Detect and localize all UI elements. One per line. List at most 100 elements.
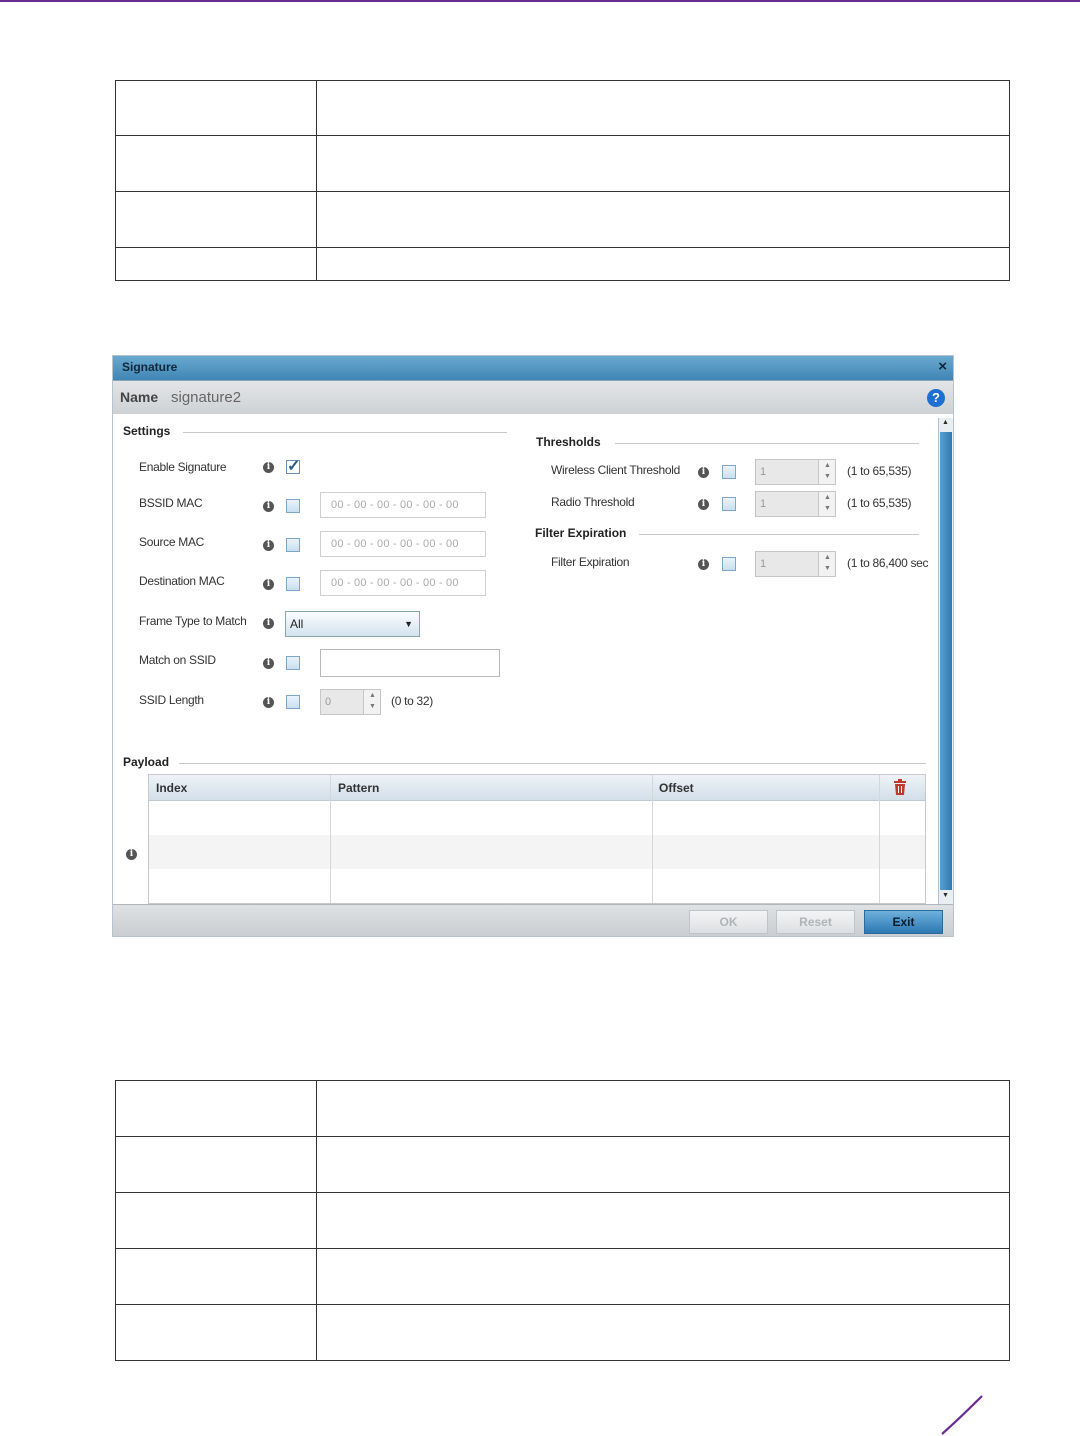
wireless-client-threshold-range: (1 to 65,535) bbox=[847, 464, 912, 478]
doc-table-top bbox=[115, 80, 1010, 281]
wireless-client-threshold-label: Wireless Client Threshold bbox=[551, 463, 680, 477]
radio-threshold-checkbox[interactable] bbox=[722, 497, 736, 511]
ssid-length-label: SSID Length bbox=[139, 693, 204, 707]
table-row bbox=[115, 1192, 1010, 1249]
dialog-titlebar: Signature × bbox=[113, 356, 953, 380]
info-icon[interactable]: i bbox=[126, 849, 137, 860]
info-icon[interactable]: i bbox=[698, 559, 709, 570]
filter-expiration-range: (1 to 86,400 sec bbox=[847, 556, 929, 570]
frame-type-value: All bbox=[290, 617, 304, 631]
payload-heading: Payload bbox=[123, 755, 170, 769]
destination-mac-label: Destination MAC bbox=[139, 574, 225, 588]
source-mac-input[interactable]: 00 - 00 - 00 - 00 - 00 - 00 bbox=[320, 531, 486, 557]
spin-buttons[interactable]: ▲ ▼ bbox=[363, 689, 381, 715]
spin-buttons[interactable]: ▲ ▼ bbox=[818, 551, 836, 577]
info-icon[interactable]: i bbox=[263, 579, 274, 590]
dialog-title: Signature bbox=[122, 360, 178, 374]
spin-buttons[interactable]: ▲ ▼ bbox=[818, 491, 836, 517]
enable-signature-label: Enable Signature bbox=[139, 460, 227, 474]
match-ssid-checkbox[interactable] bbox=[286, 656, 300, 670]
table-row bbox=[115, 1080, 1010, 1137]
filter-expiration-value[interactable]: 1 bbox=[755, 551, 819, 577]
scroll-down-icon[interactable]: ▼ bbox=[942, 892, 949, 899]
ok-button[interactable]: OK bbox=[689, 910, 768, 934]
ssid-length-spinner[interactable]: 0 ▲ ▼ bbox=[320, 689, 383, 715]
radio-threshold-range: (1 to 65,535) bbox=[847, 496, 912, 510]
scrollbar-thumb[interactable] bbox=[940, 432, 952, 890]
column-divider bbox=[330, 775, 331, 903]
match-ssid-input[interactable] bbox=[320, 649, 500, 677]
table-row[interactable] bbox=[149, 869, 925, 903]
wireless-client-threshold-value[interactable]: 1 bbox=[755, 459, 819, 485]
spin-up-icon[interactable]: ▲ bbox=[824, 462, 831, 469]
column-divider bbox=[879, 775, 880, 903]
settings-divider bbox=[183, 432, 507, 433]
doc-table-bottom bbox=[115, 1080, 1010, 1361]
filter-expiration-checkbox[interactable] bbox=[722, 557, 736, 571]
radio-threshold-spinner[interactable]: 1 ▲ ▼ bbox=[755, 491, 838, 517]
ssid-length-value[interactable]: 0 bbox=[320, 689, 364, 715]
settings-heading: Settings bbox=[123, 424, 171, 438]
info-icon[interactable]: i bbox=[263, 462, 274, 473]
table-row bbox=[115, 80, 1010, 136]
info-icon[interactable]: i bbox=[263, 697, 274, 708]
name-value: signature2 bbox=[171, 389, 242, 406]
table-row bbox=[115, 1136, 1010, 1193]
spin-down-icon[interactable]: ▼ bbox=[824, 473, 831, 480]
info-icon[interactable]: i bbox=[698, 467, 709, 478]
wireless-client-threshold-checkbox[interactable] bbox=[722, 465, 736, 479]
frame-type-label: Frame Type to Match bbox=[139, 614, 247, 628]
spin-up-icon[interactable]: ▲ bbox=[824, 554, 831, 561]
radio-threshold-label: Radio Threshold bbox=[551, 495, 635, 509]
close-icon[interactable]: × bbox=[938, 358, 947, 375]
column-header-index[interactable]: Index bbox=[156, 781, 187, 795]
spin-up-icon[interactable]: ▲ bbox=[369, 692, 376, 699]
match-ssid-label: Match on SSID bbox=[139, 653, 216, 667]
info-icon[interactable]: i bbox=[263, 540, 274, 551]
table-row[interactable] bbox=[149, 835, 925, 869]
info-icon[interactable]: i bbox=[263, 501, 274, 512]
spin-buttons[interactable]: ▲ ▼ bbox=[818, 459, 836, 485]
reset-button[interactable]: Reset bbox=[776, 910, 855, 934]
payload-grid: Index Pattern Offset bbox=[148, 774, 926, 904]
spin-up-icon[interactable]: ▲ bbox=[824, 494, 831, 501]
destination-mac-checkbox[interactable] bbox=[286, 577, 300, 591]
column-header-offset[interactable]: Offset bbox=[659, 781, 694, 795]
radio-threshold-value[interactable]: 1 bbox=[755, 491, 819, 517]
table-row bbox=[115, 191, 1010, 248]
bssid-mac-checkbox[interactable] bbox=[286, 499, 300, 513]
filter-expiration-heading: Filter Expiration bbox=[535, 526, 627, 540]
frame-type-select[interactable]: All ▼ bbox=[285, 611, 420, 637]
info-icon[interactable]: i bbox=[263, 658, 274, 669]
ssid-length-checkbox[interactable] bbox=[286, 695, 300, 709]
payload-divider bbox=[179, 763, 926, 764]
source-mac-checkbox[interactable] bbox=[286, 538, 300, 552]
info-icon[interactable]: i bbox=[698, 499, 709, 510]
column-header-pattern[interactable]: Pattern bbox=[338, 781, 379, 795]
table-row[interactable] bbox=[149, 801, 925, 835]
enable-signature-checkbox[interactable]: ✓ bbox=[286, 458, 300, 475]
bssid-mac-label: BSSID MAC bbox=[139, 496, 203, 510]
wireless-client-threshold-spinner[interactable]: 1 ▲ ▼ bbox=[755, 459, 838, 485]
spin-down-icon[interactable]: ▼ bbox=[369, 703, 376, 710]
trash-icon[interactable] bbox=[893, 779, 907, 795]
scroll-up-icon[interactable]: ▲ bbox=[942, 419, 949, 426]
payload-grid-header: Index Pattern Offset bbox=[149, 775, 925, 801]
filter-expiration-spinner[interactable]: 1 ▲ ▼ bbox=[755, 551, 838, 577]
thresholds-heading: Thresholds bbox=[536, 435, 601, 449]
exit-button[interactable]: Exit bbox=[864, 910, 943, 934]
filter-expiration-label: Filter Expiration bbox=[551, 555, 630, 569]
info-icon[interactable]: i bbox=[263, 618, 274, 629]
destination-mac-input[interactable]: 00 - 00 - 00 - 00 - 00 - 00 bbox=[320, 570, 486, 596]
bssid-mac-input[interactable]: 00 - 00 - 00 - 00 - 00 - 00 bbox=[320, 492, 486, 518]
help-icon[interactable]: ? bbox=[927, 389, 945, 407]
spin-down-icon[interactable]: ▼ bbox=[824, 505, 831, 512]
table-row bbox=[115, 135, 1010, 192]
checkmark-icon: ✓ bbox=[287, 458, 301, 475]
table-row bbox=[115, 1304, 1010, 1361]
signature-dialog: Signature × Name signature2 ? Settings E… bbox=[112, 355, 954, 937]
spin-down-icon[interactable]: ▼ bbox=[824, 565, 831, 572]
source-mac-label: Source MAC bbox=[139, 535, 205, 549]
table-row bbox=[115, 247, 1010, 281]
vertical-scrollbar[interactable]: ▲ ▼ bbox=[938, 418, 953, 904]
